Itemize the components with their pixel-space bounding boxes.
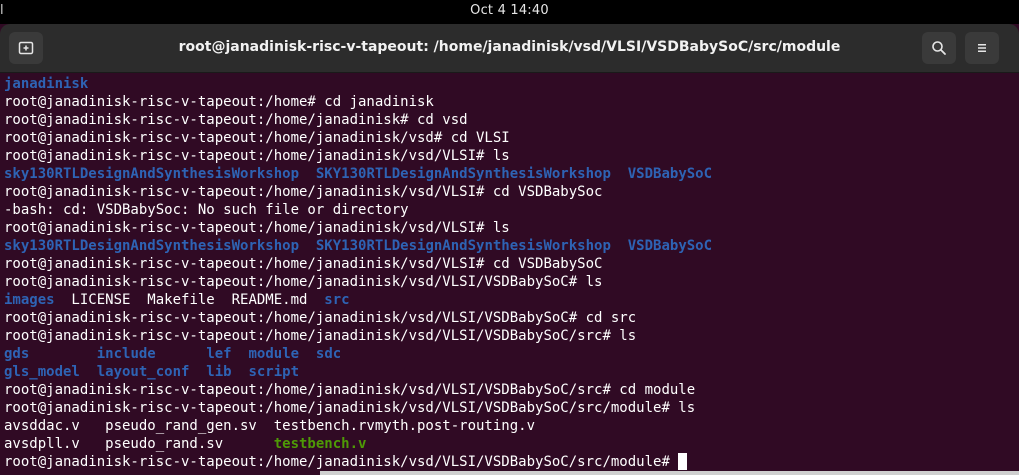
directory-name: VSDBabySoC (627, 238, 713, 254)
terminal-line: root@janadinisk-risc-v-tapeout:/home/jan… (4, 399, 712, 417)
directory-name: SKY130RTLDesignAndSynthesisWorkshop (315, 166, 611, 182)
search-icon (932, 41, 946, 55)
dock-edge (320, 471, 1019, 475)
terminal-text: root@janadinisk-risc-v-tapeout:/home/jan… (4, 148, 510, 164)
terminal-line: sky130RTLDesignAndSynthesisWorkshop SKY1… (4, 165, 712, 183)
terminal-line: root@janadinisk-risc-v-tapeout:/home/jan… (4, 453, 712, 471)
terminal-text: LICENSE Makefile README.md (54, 292, 325, 308)
terminal-window: root@janadinisk-risc-v-tapeout: /home/ja… (0, 24, 1019, 475)
executable-name: testbench.v (273, 436, 367, 452)
directory-name: src (324, 292, 350, 308)
terminal-line: root@janadinisk-risc-v-tapeout:/home/jan… (4, 111, 712, 129)
terminal-text: -bash: cd: VSDBabySoc: No such file or d… (4, 202, 409, 218)
terminal-text: root@janadinisk-risc-v-tapeout:/home/jan… (4, 310, 637, 326)
title-bar: root@janadinisk-risc-v-tapeout: /home/ja… (0, 24, 1019, 73)
terminal-text: avsddac.v pseudo_rand_gen.sv testbench.r… (4, 418, 536, 434)
terminal-line: -bash: cd: VSDBabySoc: No such file or d… (4, 201, 712, 219)
terminal-text: root@janadinisk-risc-v-tapeout:/home/jan… (4, 400, 696, 416)
text-cursor (678, 453, 688, 470)
terminal-text: root@janadinisk-risc-v-tapeout:/home/jan… (4, 130, 510, 146)
terminal-line: root@janadinisk-risc-v-tapeout:/home/jan… (4, 309, 712, 327)
terminal-line: root@janadinisk-risc-v-tapeout:/home/jan… (4, 327, 712, 345)
directory-name: images (4, 292, 55, 308)
terminal-text: root@janadinisk-risc-v-tapeout:/home# cd… (4, 94, 434, 110)
terminal-line: gls_model layout_conf lib script (4, 363, 712, 381)
terminal-text: root@janadinisk-risc-v-tapeout:/home/jan… (4, 328, 637, 344)
terminal-text: root@janadinisk-risc-v-tapeout:/home/jan… (4, 454, 679, 470)
directory-name: lib (206, 364, 232, 380)
terminal-line: avsdpll.v pseudo_rand.sv testbench.v (4, 435, 712, 453)
directory-name: SKY130RTLDesignAndSynthesisWorkshop (315, 238, 611, 254)
hamburger-menu-icon (978, 44, 986, 52)
directory-name: lef (206, 346, 232, 362)
terminal-text: root@janadinisk-risc-v-tapeout:/home/jan… (4, 382, 696, 398)
directory-name: layout_conf (96, 364, 190, 380)
terminal-text: avsdpll.v pseudo_rand.sv (4, 436, 274, 452)
terminal-line: root@janadinisk-risc-v-tapeout:/home/jan… (4, 255, 712, 273)
terminal-area[interactable]: janadinisk root@janadinisk-risc-v-tapeout… (0, 74, 1019, 475)
terminal-text: root@janadinisk-risc-v-tapeout:/home/jan… (4, 184, 603, 200)
terminal-line: sky130RTLDesignAndSynthesisWorkshop SKY1… (4, 237, 712, 255)
terminal-line: root@janadinisk-risc-v-tapeout:/home/jan… (4, 183, 712, 201)
directory-name: script (248, 364, 300, 380)
directory-name: janadinisk (4, 76, 89, 92)
terminal-line: root@janadinisk-risc-v-tapeout:/home# cd… (4, 93, 712, 111)
terminal-line: root@janadinisk-risc-v-tapeout:/home/jan… (4, 219, 712, 237)
terminal-line: root@janadinisk-risc-v-tapeout:/home/jan… (4, 147, 712, 165)
menu-button[interactable] (965, 32, 999, 64)
system-top-bar: l Oct 4 14:40 (0, 0, 1019, 24)
terminal-line: gds include lef module sdc (4, 345, 712, 363)
directory-name: gds (4, 346, 30, 362)
terminal-text: root@janadinisk-risc-v-tapeout:/home/jan… (4, 112, 468, 128)
terminal-text: root@janadinisk-risc-v-tapeout:/home/jan… (4, 256, 603, 272)
directory-name: VSDBabySoC (627, 166, 713, 182)
terminal-text: root@janadinisk-risc-v-tapeout:/home/jan… (4, 220, 510, 236)
terminal-line: root@janadinisk-risc-v-tapeout:/home/jan… (4, 129, 712, 147)
window-title: root@janadinisk-risc-v-tapeout: /home/ja… (178, 39, 841, 55)
directory-name: include (96, 346, 156, 362)
directory-name: module (248, 346, 300, 362)
search-button[interactable] (922, 32, 956, 64)
terminal-text: root@janadinisk-risc-v-tapeout:/home/jan… (4, 274, 603, 290)
directory-name: gls_model (4, 364, 80, 380)
terminal-line: root@janadinisk-risc-v-tapeout:/home/jan… (4, 273, 712, 291)
directory-name: sky130RTLDesignAndSynthesisWorkshop (4, 166, 300, 182)
directory-name: sky130RTLDesignAndSynthesisWorkshop (4, 238, 300, 254)
directory-name: sdc (315, 346, 342, 362)
terminal-line: janadinisk (4, 75, 712, 93)
terminal-output: janadinisk root@janadinisk-risc-v-tapeout… (4, 75, 712, 471)
terminal-line: avsddac.v pseudo_rand_gen.sv testbench.r… (4, 417, 712, 435)
terminal-line: images LICENSE Makefile README.md src (4, 291, 712, 309)
clock[interactable]: Oct 4 14:40 (0, 3, 1019, 18)
terminal-line: root@janadinisk-risc-v-tapeout:/home/jan… (4, 381, 712, 399)
